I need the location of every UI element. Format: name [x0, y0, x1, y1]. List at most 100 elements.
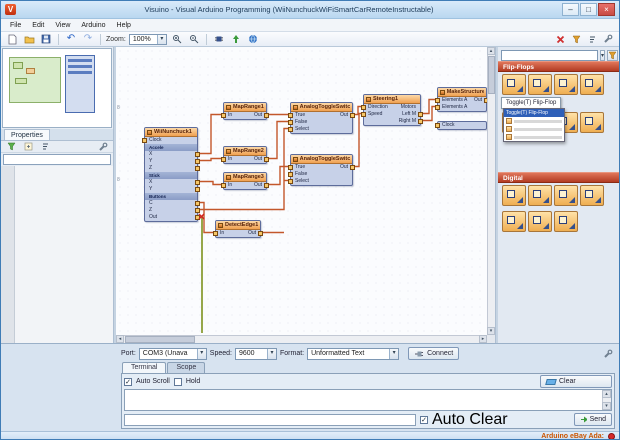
output-pin[interactable]: [264, 113, 269, 118]
input-pin[interactable]: [288, 165, 293, 170]
palette-category-flip-flops[interactable]: Flip-Flops: [498, 61, 619, 72]
output-pin[interactable]: [195, 152, 200, 157]
tab-scope[interactable]: Scope: [167, 362, 205, 373]
component-block-makestructure1[interactable]: MakeStructure1Elements AOutElements A: [437, 87, 487, 112]
chevron-down-icon[interactable]: [157, 35, 166, 44]
output-pin[interactable]: [195, 166, 200, 171]
settings-wrench-icon[interactable]: [601, 33, 615, 46]
property-value-field[interactable]: [3, 154, 111, 165]
palette-category-digital[interactable]: Digital: [498, 172, 619, 183]
input-pin[interactable]: [361, 105, 366, 110]
title-bar[interactable]: Visuino - Visual Arduino Programming (Wi…: [1, 1, 619, 19]
scroll-thumb[interactable]: [488, 56, 495, 94]
menu-item-file[interactable]: File: [5, 21, 26, 30]
zoom-out-icon[interactable]: [187, 33, 201, 46]
component-block-detectedge1[interactable]: DetectEdge1InOut: [215, 220, 261, 238]
connect-button[interactable]: Connect: [408, 347, 459, 360]
scroll-down-icon[interactable]: [487, 327, 495, 335]
arduino-board-icon[interactable]: [212, 33, 226, 46]
component-block-wiinunchuck1[interactable]: WiiNunchuck1ClockAcceleXYZStickXYButtons…: [144, 127, 198, 222]
input-pin[interactable]: [213, 231, 218, 236]
scroll-down-icon[interactable]: [602, 402, 611, 410]
input-pin[interactable]: [288, 172, 293, 177]
overview-minimap[interactable]: [2, 48, 112, 128]
palette-search-input[interactable]: [501, 50, 598, 61]
component-block-analogtoggleswitch2[interactable]: AnalogToggleSwitch2TrueOutFalseSelect: [290, 154, 353, 186]
redo-icon[interactable]: ↷: [81, 33, 95, 46]
output-pin[interactable]: [195, 180, 200, 185]
component-block-clock[interactable]: Clock: [437, 121, 487, 130]
menu-item-help[interactable]: Help: [112, 21, 136, 30]
zoom-in-icon[interactable]: [170, 33, 184, 46]
hold-checkbox[interactable]: [174, 378, 182, 386]
input-pin[interactable]: [288, 127, 293, 132]
chevron-down-icon[interactable]: [267, 349, 276, 359]
input-pin[interactable]: [288, 120, 293, 125]
auto-scroll-checkbox[interactable]: [124, 378, 132, 386]
scroll-up-icon[interactable]: [487, 47, 495, 55]
properties-pin-icon[interactable]: [96, 140, 110, 153]
close-button[interactable]: [598, 3, 615, 16]
component-block-steering1[interactable]: Steering1DirectionMotorsSpeedLeft MRight…: [363, 94, 421, 126]
component-block-maprange2[interactable]: MapRange2InOut: [223, 146, 267, 164]
input-pin[interactable]: [435, 105, 440, 110]
output-pin[interactable]: [350, 165, 355, 170]
popup-item[interactable]: [504, 117, 564, 125]
maximize-button[interactable]: [580, 3, 597, 16]
output-pin[interactable]: [264, 183, 269, 188]
tab-properties[interactable]: Properties: [4, 129, 50, 140]
new-project-icon[interactable]: [5, 33, 19, 46]
palette-component-icon[interactable]: [528, 185, 552, 206]
properties-expand-icon[interactable]: [21, 140, 35, 153]
help-web-icon[interactable]: [246, 33, 260, 46]
component-block-maprange1[interactable]: MapRange1InOut: [223, 102, 267, 120]
output-pin[interactable]: [195, 201, 200, 206]
output-pin[interactable]: [350, 113, 355, 118]
input-pin[interactable]: [142, 138, 147, 143]
format-select[interactable]: Unformatted Text: [307, 348, 399, 360]
record-indicator-icon[interactable]: [608, 433, 615, 440]
component-block-analogtoggleswitch1[interactable]: AnalogToggleSwitch1TrueOutFalseSelect: [290, 102, 353, 134]
serial-settings-wrench-icon[interactable]: [601, 347, 615, 360]
chevron-down-icon[interactable]: [389, 349, 398, 359]
palette-component-icon[interactable]: [502, 211, 526, 232]
upload-to-arduino-icon[interactable]: [229, 33, 243, 46]
output-pin[interactable]: [195, 187, 200, 192]
palette-component-icon[interactable]: [502, 185, 526, 206]
filter-funnel-icon[interactable]: [569, 33, 583, 46]
palette-component-icon[interactable]: [554, 74, 578, 95]
palette-filter-icon[interactable]: [607, 50, 618, 61]
minimize-button[interactable]: [562, 3, 579, 16]
palette-component-icon[interactable]: [528, 211, 552, 232]
clear-filter-icon[interactable]: [553, 33, 567, 46]
chevron-down-icon[interactable]: [197, 349, 206, 359]
input-pin[interactable]: [221, 113, 226, 118]
popup-item-selected[interactable]: Toggle(T) Flip-Flop: [504, 109, 564, 117]
input-pin[interactable]: [288, 113, 293, 118]
save-project-icon[interactable]: [39, 33, 53, 46]
properties-filter-icon[interactable]: [4, 140, 18, 153]
scroll-left-icon[interactable]: [116, 335, 124, 343]
sort-icon[interactable]: [585, 33, 599, 46]
output-pin[interactable]: [418, 112, 423, 117]
output-pin[interactable]: [195, 159, 200, 164]
palette-component-icon[interactable]: [502, 74, 526, 95]
design-canvas[interactable]: 8 8 WiiNunchuck1ClockAcceleXYZStickXYBut…: [116, 47, 495, 343]
port-select[interactable]: COM3 (Unava: [139, 348, 207, 360]
open-project-icon[interactable]: [22, 33, 36, 46]
input-pin[interactable]: [435, 123, 440, 128]
canvas-vertical-scrollbar[interactable]: [487, 47, 495, 335]
terminal-output[interactable]: [124, 389, 612, 411]
palette-component-icon[interactable]: [580, 112, 604, 133]
menu-item-edit[interactable]: Edit: [27, 21, 49, 30]
canvas-horizontal-scrollbar[interactable]: [116, 335, 487, 343]
menu-item-arduino[interactable]: Arduino: [76, 21, 110, 30]
terminal-scrollbar[interactable]: [602, 390, 611, 410]
tab-terminal[interactable]: Terminal: [122, 362, 166, 373]
palette-component-icon[interactable]: [580, 74, 604, 95]
palette-component-icon[interactable]: [528, 74, 552, 95]
input-pin[interactable]: [435, 98, 440, 103]
palette-component-icon[interactable]: [554, 185, 578, 206]
palette-component-icon[interactable]: [554, 211, 578, 232]
send-button[interactable]: Send: [574, 413, 612, 426]
